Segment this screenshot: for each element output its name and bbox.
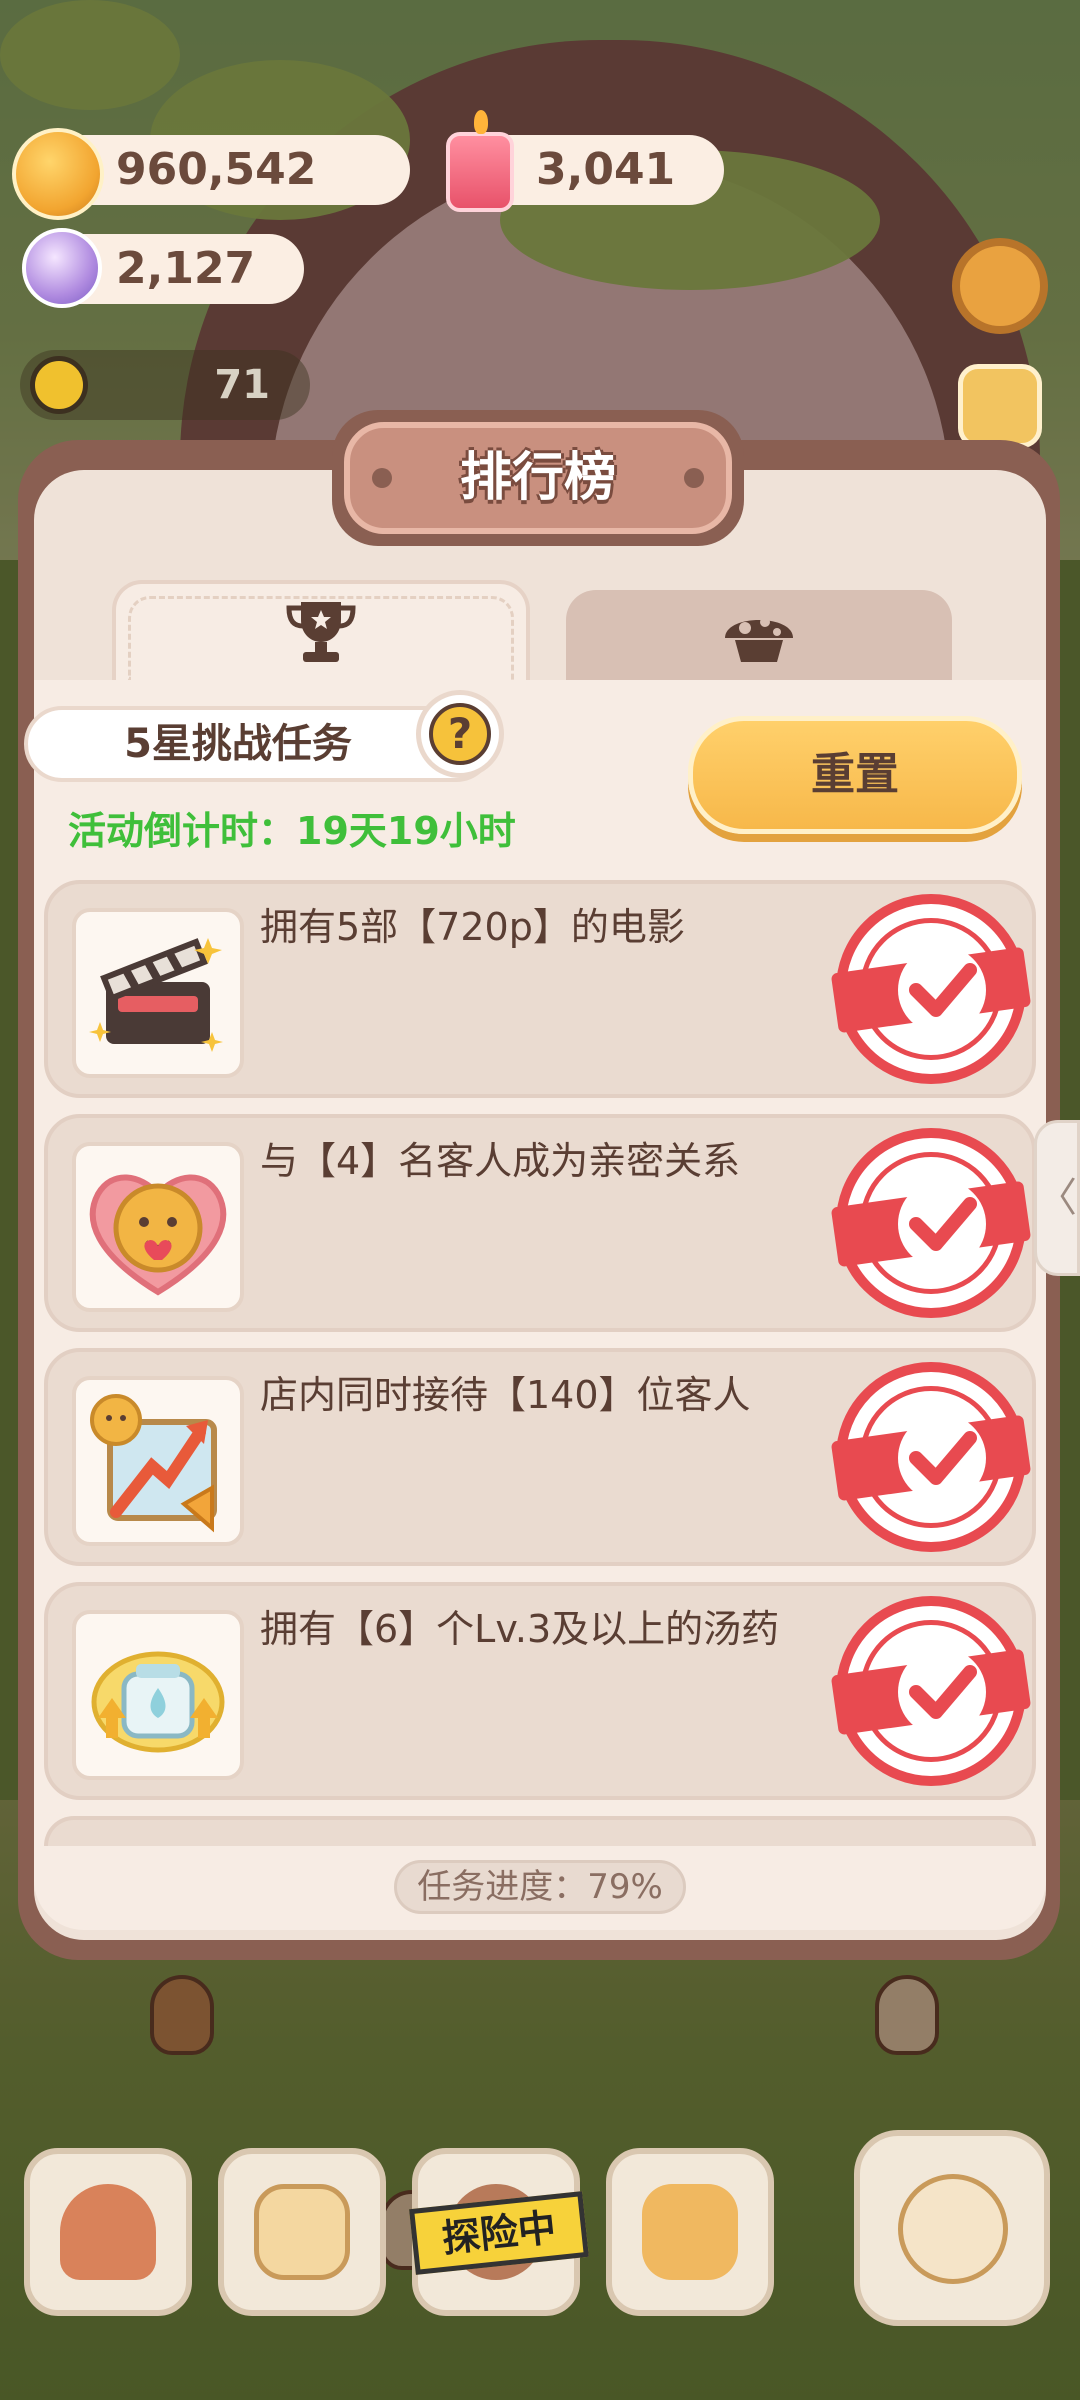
- task-card: 与【4】名客人成为亲密关系: [44, 1114, 1036, 1332]
- checkmark-icon: [898, 1414, 986, 1502]
- task-progress: 任务进度：79%: [394, 1860, 686, 1914]
- task-card-partial: [44, 1816, 1036, 1846]
- clapperboard-icon: [89, 938, 223, 1052]
- nav-recipe-button[interactable]: [218, 2148, 386, 2316]
- completed-stamp: [830, 1596, 1032, 1786]
- task-card: 拥有【6】个Lv.3及以上的汤药: [44, 1582, 1036, 1800]
- completed-stamp: [830, 1362, 1032, 1552]
- challenge-label-text: 5星挑战任务: [124, 721, 352, 767]
- question-icon: ?: [429, 703, 491, 765]
- task-card: 店内同时接待【140】位客人: [44, 1348, 1036, 1566]
- checkmark-icon: [898, 1648, 986, 1736]
- candle-icon: [446, 110, 514, 212]
- event-countdown: 活动倒计时：19天19小时: [68, 809, 516, 853]
- task-text: 拥有5部【720p】的电影: [260, 905, 685, 949]
- candy-value: 2,127: [116, 243, 256, 294]
- task-thumbnail: [72, 1142, 244, 1312]
- task-text: 与【4】名客人成为亲密关系: [260, 1139, 741, 1183]
- nav-build-button[interactable]: [24, 2148, 192, 2316]
- reset-button[interactable]: 重置: [688, 716, 1022, 834]
- mushroom-house-icon: [60, 2184, 156, 2280]
- nav-pet-button[interactable]: [854, 2130, 1050, 2326]
- task-text: 店内同时接待【140】位客人: [260, 1373, 751, 1417]
- expand-side-panel-button[interactable]: 〈: [1034, 1120, 1080, 1276]
- trophy-icon: [286, 602, 356, 662]
- shop-counter-icon: [642, 2184, 738, 2280]
- cookie-heart-icon: [89, 1174, 227, 1296]
- task-text: 拥有【6】个Lv.3及以上的汤药: [260, 1607, 780, 1651]
- potion-upgrade-icon: [91, 1651, 225, 1753]
- completed-stamp: [830, 1128, 1032, 1318]
- settings-gear-icon[interactable]: [952, 238, 1048, 334]
- candle-value: 3,041: [536, 144, 676, 195]
- task-thumbnail: [72, 1610, 244, 1780]
- task-thumbnail: [72, 908, 244, 1078]
- checkmark-icon: [898, 946, 986, 1034]
- task-thumbnail: [72, 1376, 244, 1546]
- recipe-notebook-icon: [254, 2184, 350, 2280]
- sun-icon: [30, 356, 88, 414]
- fish-pet-icon: [898, 2174, 1008, 2284]
- stamp-card-icon[interactable]: [958, 364, 1042, 448]
- tab-trophy[interactable]: [112, 580, 530, 680]
- nav-shop-button[interactable]: [606, 2148, 774, 2316]
- level-bar[interactable]: 71: [20, 350, 310, 420]
- tab-mushroom[interactable]: [566, 590, 952, 680]
- task-card: 拥有5部【720p】的电影: [44, 880, 1036, 1098]
- completed-stamp: [830, 894, 1032, 1084]
- help-button[interactable]: ?: [416, 690, 504, 778]
- growth-arrow-icon: [90, 1394, 217, 1533]
- cookie-coin-icon: [12, 128, 104, 220]
- candy-icon: [22, 228, 102, 308]
- coin-value: 960,542: [116, 144, 317, 195]
- mushroom-icon: [725, 617, 793, 662]
- dialog-title: 排行榜: [459, 448, 616, 508]
- checkmark-icon: [898, 1180, 986, 1268]
- level-value: 71: [214, 362, 270, 408]
